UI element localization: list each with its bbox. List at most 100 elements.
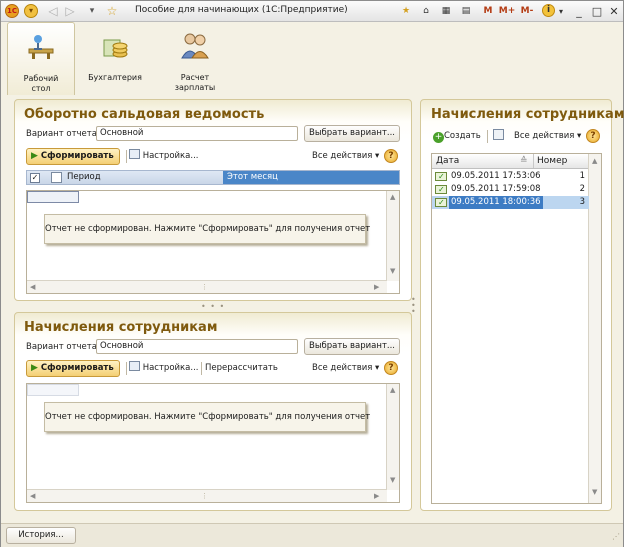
play-icon: ▶ — [31, 363, 38, 373]
calculator-icon[interactable]: ▦ — [439, 4, 453, 19]
horizontal-splitter[interactable]: • • • — [201, 302, 225, 311]
report2-result-area[interactable]: Отчет не сформирован. Нажмите "Сформиров… — [26, 383, 400, 503]
report2-generate-label: Сформировать — [40, 363, 114, 373]
report2-vertical-scrollbar[interactable]: ▲ ▼ — [386, 384, 399, 490]
report2-all-actions-label: Все действия — [312, 363, 373, 373]
maximize-button[interactable]: □ — [590, 4, 604, 19]
separator — [487, 130, 488, 143]
separator — [126, 150, 127, 163]
report2-variant-label: Вариант отчета: — [26, 342, 100, 352]
report2-generate-button[interactable]: ▶ Сформировать — [26, 360, 120, 377]
list-row[interactable]: 09.05.2011 17:59:08 2 — [432, 183, 589, 196]
close-button[interactable]: ✕ — [607, 4, 621, 19]
report1-settings-label: Настройка... — [142, 151, 199, 161]
history-button[interactable]: История... — [6, 527, 76, 544]
forward-arrow-icon[interactable]: ▷ — [63, 4, 77, 18]
minimize-button[interactable]: _ — [572, 4, 586, 19]
report1-horizontal-scrollbar[interactable]: ◀ ⋮ ▶ — [27, 280, 387, 293]
memory-mplus-button[interactable]: M+ — [498, 4, 516, 19]
scroll-grip-icon[interactable]: ⋮ — [201, 283, 208, 291]
list-copy-button[interactable] — [493, 129, 504, 144]
accruals-list-panel: Начисления сотрудникам + Создать Все дейс… — [420, 99, 624, 511]
report1-vertical-scrollbar[interactable]: ▲ ▼ — [386, 191, 399, 281]
scroll-down-icon[interactable]: ▼ — [390, 476, 395, 484]
chevron-down-icon: ▾ — [375, 151, 380, 161]
sort-icon[interactable]: ≙ — [520, 156, 528, 166]
report2-all-actions-button[interactable]: Все действия ▾ — [312, 361, 379, 376]
report1-active-cell[interactable] — [27, 191, 79, 203]
settings-icon — [129, 149, 140, 159]
report1-param-row: ✓ Период Этот месяц — [26, 170, 400, 185]
vertical-splitter[interactable]: • • • — [411, 296, 417, 316]
app-window: 1С ▾ ◁ ▷ ▾ ☆ Пособие для начинающих (1С:… — [0, 0, 624, 547]
report1-result-area[interactable]: Отчет не сформирован. Нажмите "Сформиров… — [26, 190, 400, 294]
scroll-up-icon[interactable]: ▲ — [592, 157, 597, 165]
scroll-up-icon[interactable]: ▲ — [390, 386, 395, 394]
report2-recalc-button[interactable]: Перерассчитать — [205, 361, 278, 376]
scroll-right-icon[interactable]: ▶ — [374, 283, 379, 291]
param-period-value[interactable]: Этот месяц — [223, 171, 399, 184]
report2-title: Начисления сотрудникам — [24, 320, 218, 335]
settings-icon — [129, 361, 140, 371]
report2-settings-button[interactable]: Настройка... — [129, 361, 199, 376]
column-number[interactable]: Номер — [537, 156, 567, 166]
coins-icon — [103, 39, 128, 58]
scroll-down-icon[interactable]: ▼ — [592, 488, 597, 496]
report1-settings-button[interactable]: Настройка... — [129, 149, 199, 164]
home-icon[interactable]: ⌂ — [419, 4, 433, 19]
scroll-left-icon[interactable]: ◀ — [30, 283, 35, 291]
report1-all-actions-label: Все действия — [312, 151, 373, 161]
report-panel-turnover: Оборотно сальдовая ведомость Вариант отч… — [14, 99, 412, 301]
report2-horizontal-scrollbar[interactable]: ◀ ⋮ ▶ — [27, 489, 387, 502]
row-number: 2 — [579, 184, 585, 194]
section-accounting[interactable]: Бухгалтерия — [81, 22, 149, 95]
title-bar: 1С ▾ ◁ ▷ ▾ ☆ Пособие для начинающих (1С:… — [1, 1, 623, 22]
1c-logo-icon[interactable]: 1С — [5, 4, 19, 18]
scroll-down-icon[interactable]: ▼ — [390, 267, 395, 275]
back-arrow-icon[interactable]: ◁ — [46, 4, 60, 18]
report1-choose-variant-button[interactable]: Выбрать вариант... — [304, 125, 400, 142]
list-create-button[interactable]: + Создать — [433, 129, 481, 144]
section-payroll-label-1: Расчет — [180, 73, 210, 82]
list-row[interactable]: 09.05.2011 17:53:06 1 — [432, 170, 589, 183]
list-all-actions-button[interactable]: Все действия ▾ — [514, 129, 581, 144]
info-dropdown-icon[interactable]: ▾ — [557, 4, 565, 19]
report2-help-icon[interactable]: ? — [384, 361, 398, 375]
report-panel-accruals: Начисления сотрудникам Вариант отчета: О… — [14, 312, 412, 511]
main-menu-icon[interactable]: ▾ — [24, 4, 38, 18]
status-bar: История... ⋰ — [1, 523, 623, 547]
report1-help-icon[interactable]: ? — [384, 149, 398, 163]
report2-active-cell[interactable] — [27, 384, 79, 396]
column-date[interactable]: Дата — [436, 156, 459, 166]
info-icon[interactable]: i — [542, 4, 555, 17]
favorites-icon[interactable]: ★ — [399, 4, 413, 19]
section-desktop[interactable]: Рабочий стол — [7, 22, 75, 95]
memory-m-button[interactable]: M — [481, 4, 495, 19]
row-date: 09.05.2011 17:59:08 — [451, 184, 541, 194]
accruals-list[interactable]: Дата ≙ Номер ▲ ▼ 09.05.2011 17:53:06 1 0… — [431, 153, 602, 504]
dropdown-arrow-icon[interactable]: ▾ — [85, 4, 99, 18]
chevron-down-icon: ▾ — [577, 131, 582, 141]
param-period-checkbox[interactable]: ✓ — [30, 173, 40, 183]
list-row-selected[interactable]: 09.05.2011 18:00:36 3 — [432, 196, 589, 209]
report2-choose-variant-button[interactable]: Выбрать вариант... — [304, 338, 400, 355]
resize-grip-icon[interactable]: ⋰ — [612, 532, 620, 541]
list-help-icon[interactable]: ? — [586, 129, 600, 143]
param-period-name: Период — [67, 172, 101, 182]
list-header: Дата ≙ Номер — [432, 154, 589, 169]
scroll-grip-icon[interactable]: ⋮ — [201, 492, 208, 500]
scroll-right-icon[interactable]: ▶ — [374, 492, 379, 500]
document-posted-icon — [435, 183, 447, 196]
memory-mminus-button[interactable]: M- — [518, 4, 536, 19]
scroll-up-icon[interactable]: ▲ — [390, 193, 395, 201]
calendar-icon[interactable]: ▤ — [459, 4, 473, 19]
favorite-star-icon[interactable]: ☆ — [105, 4, 119, 18]
list-vertical-scrollbar[interactable]: ▲ ▼ — [588, 154, 601, 503]
report1-variant-field[interactable]: Основной — [96, 126, 298, 141]
scroll-left-icon[interactable]: ◀ — [30, 492, 35, 500]
report1-all-actions-button[interactable]: Все действия ▾ — [312, 149, 379, 164]
report1-generate-button[interactable]: ▶ Сформировать — [26, 148, 120, 165]
section-payroll[interactable]: Расчет зарплаты — [161, 22, 229, 95]
report2-variant-field[interactable]: Основной — [96, 339, 298, 354]
copy-icon — [493, 129, 504, 140]
